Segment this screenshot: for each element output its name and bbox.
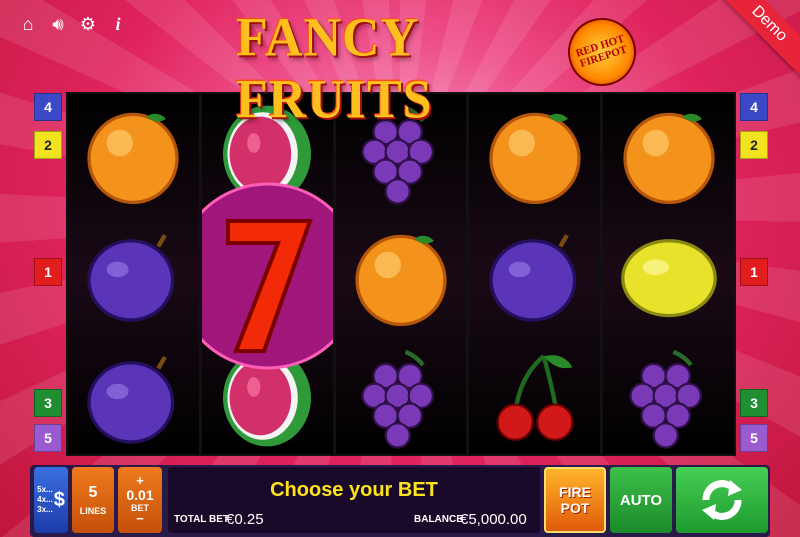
lines-value: 5 <box>88 484 98 501</box>
payline-marker-right-4: 4 <box>740 93 768 121</box>
symbol-orange <box>603 94 734 214</box>
status-message: Choose your BET <box>270 479 438 501</box>
spin-button[interactable] <box>676 467 768 533</box>
symbol-plum <box>68 216 199 336</box>
lines-button[interactable]: 5 LINES <box>72 467 114 533</box>
reel-1 <box>68 94 199 454</box>
bet-minus-button[interactable]: − <box>136 512 144 525</box>
symbol-plum <box>68 338 199 454</box>
fire-pot-button[interactable]: FIRE POT <box>544 467 606 533</box>
lines-label: LINES <box>79 506 107 516</box>
payline-marker-left-1: 1 <box>34 258 62 286</box>
payline-marker-left-3: 3 <box>34 389 62 417</box>
top-toolbar: ⌂ 🔊︎ ⚙ i <box>18 14 128 35</box>
bet-plus-button[interactable]: + <box>136 474 144 487</box>
balance-value: €5,000.00 <box>460 511 527 528</box>
symbol-cherry <box>469 338 600 454</box>
info-panel: Choose your BET TOTAL BET €0.25 BALANCE … <box>168 467 540 533</box>
game-logo: FANCY FRUITS RED HOT FIREPOT <box>232 4 645 130</box>
symbol-plum <box>469 216 600 336</box>
info-icon[interactable]: i <box>108 14 128 35</box>
payline-marker-left-2: 2 <box>34 131 62 159</box>
reel-4 <box>469 94 601 454</box>
payline-marker-right-2: 2 <box>740 131 768 159</box>
symbol-orange <box>68 94 199 214</box>
symbol-lemon <box>603 216 734 336</box>
reel-grid <box>66 92 736 456</box>
payline-marker-left-4: 4 <box>34 93 62 121</box>
payline-marker-right-5: 5 <box>740 424 768 452</box>
payline-marker-left-5: 5 <box>34 424 62 452</box>
symbol-seven <box>201 176 333 376</box>
gear-icon[interactable]: ⚙ <box>78 14 98 35</box>
coin-value-button[interactable]: 5x... 4x... 3x... $ <box>34 467 68 533</box>
home-icon[interactable]: ⌂ <box>18 14 38 35</box>
bet-value: 0.01 <box>126 487 154 503</box>
symbol-orange <box>336 216 467 336</box>
payline-marker-right-1: 1 <box>740 258 768 286</box>
refresh-arrows-icon <box>702 480 742 520</box>
symbol-grapes <box>603 338 734 454</box>
symbol-grapes <box>336 338 467 454</box>
reel-2 <box>201 94 333 454</box>
reel-3 <box>335 94 467 454</box>
reel-5 <box>603 94 734 454</box>
dollar-icon: $ <box>53 488 65 511</box>
total-bet-value: €0.25 <box>226 511 264 528</box>
speaker-icon[interactable]: 🔊︎ <box>48 14 68 35</box>
game-title: FANCY FRUITS <box>236 8 433 130</box>
control-bar: 5x... 4x... 3x... $ 5 LINES + 0.01 BET −… <box>30 465 770 537</box>
payline-marker-right-3: 3 <box>740 389 768 417</box>
autoplay-button[interactable]: AUTO <box>610 467 672 533</box>
balance-label: BALANCE <box>414 514 463 525</box>
total-bet-label: TOTAL BET <box>174 514 229 525</box>
bet-stepper[interactable]: + 0.01 BET − <box>118 467 162 533</box>
